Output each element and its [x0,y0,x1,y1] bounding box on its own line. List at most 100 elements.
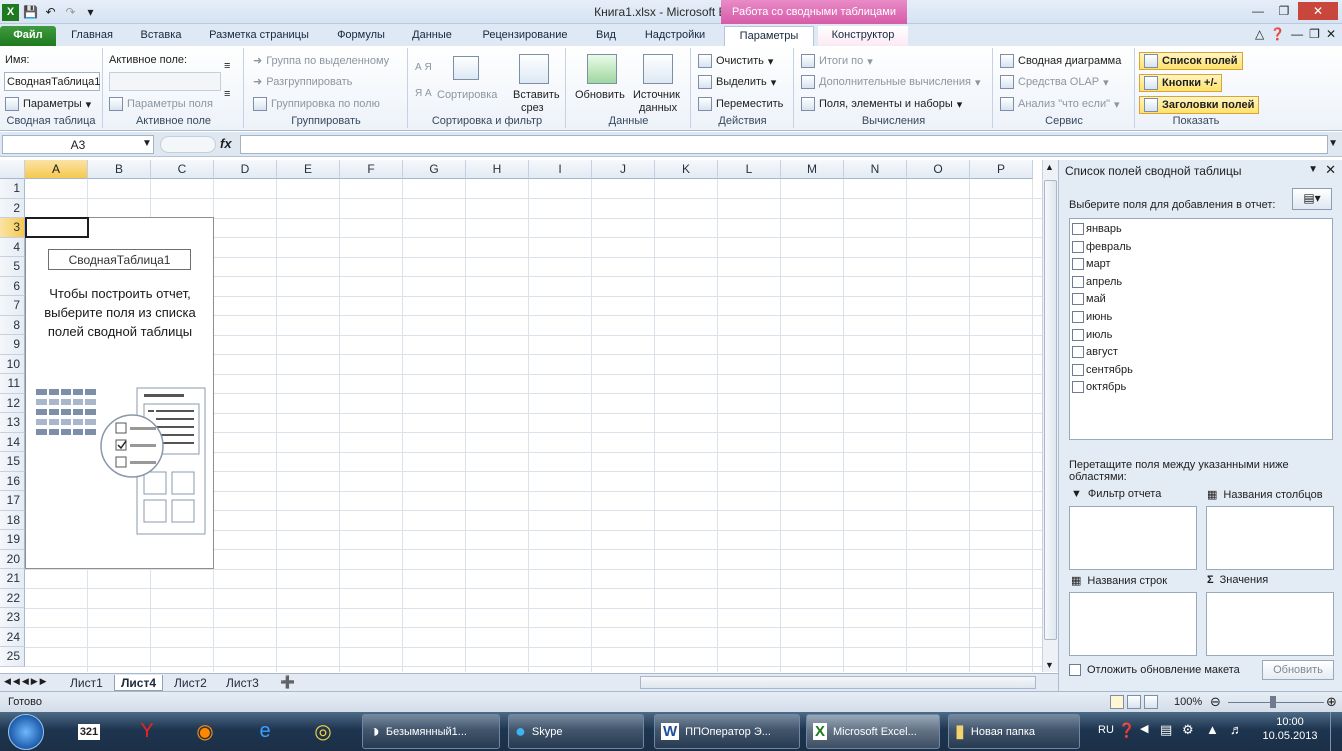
tab-formulas[interactable]: Формулы [326,26,396,46]
doc-restore-icon[interactable]: ❐ [1309,27,1320,41]
row-header-7[interactable]: 7 [0,296,25,316]
select-all-corner[interactable] [0,160,25,179]
row-header-10[interactable]: 10 [0,354,25,374]
field-item[interactable]: февраль [1072,240,1131,253]
page-break-view-icon[interactable] [1144,695,1158,709]
field-item[interactable]: сентябрь [1072,363,1133,376]
insert-slicer-label2[interactable]: срез [521,102,544,114]
column-header-o[interactable]: O [907,160,970,179]
pivot-placeholder[interactable]: СводнаяТаблица1 Чтобы построить отчет, в… [25,217,214,569]
name-box[interactable]: A3 [2,135,154,154]
field-item[interactable]: март [1072,258,1111,271]
sheet-tab-2[interactable]: Лист2 [168,675,213,691]
whatif-button[interactable]: Анализ "что если" ▾ [1000,97,1120,111]
tab-addins[interactable]: Надстройки [632,26,718,46]
zone-rows-box[interactable] [1069,592,1197,656]
doc-minimize-icon[interactable]: — [1291,27,1303,41]
column-header-i[interactable]: I [529,160,592,179]
tray-clock[interactable]: 10:00 10.05.2013 [1260,716,1320,742]
zone-values-box[interactable] [1206,592,1334,656]
column-header-n[interactable]: N [844,160,907,179]
firefox-icon[interactable]: ◉ [186,715,224,748]
row-header-11[interactable]: 11 [0,374,25,394]
taskbar-word[interactable]: W ППОператор Э... [654,714,800,749]
ungroup-button[interactable]: ➜ Разгруппировать [253,75,352,89]
source-icon-wrap[interactable] [643,54,673,84]
tray-help-icon[interactable]: ❓ [1118,722,1135,739]
tab-data[interactable]: Данные [402,26,462,46]
column-header-p[interactable]: P [970,160,1033,179]
olap-button[interactable]: Средства OLAP ▾ [1000,75,1109,89]
row-header-19[interactable]: 19 [0,530,25,550]
sheet-tab-3[interactable]: Лист3 [220,675,265,691]
language-indicator[interactable]: RU [1098,724,1114,736]
active-field-input[interactable] [109,72,221,91]
help-icon[interactable]: ❓ [1270,27,1285,41]
close-icon[interactable]: ✕ [1298,2,1338,20]
field-checkbox[interactable] [1072,311,1084,323]
totals-button[interactable]: Итоги по ▾ [801,54,873,68]
field-checkbox[interactable] [1072,363,1084,376]
tab-options[interactable]: Параметры [724,26,814,46]
row-header-6[interactable]: 6 [0,276,25,296]
row-header-21[interactable]: 21 [0,569,25,589]
start-button-icon[interactable] [8,714,44,750]
change-source-label2[interactable]: данных [639,102,677,114]
doc-close-icon[interactable]: ✕ [1326,27,1336,41]
show-desktop-button[interactable] [1330,712,1342,751]
calendar-app-icon[interactable]: 321 [70,715,108,748]
sheet-tab-4[interactable]: Лист4 [114,675,164,691]
field-checkbox[interactable] [1072,223,1084,235]
row-header-23[interactable]: 23 [0,608,25,628]
field-list-toggle[interactable]: Список полей [1139,52,1243,70]
taskbar-skype[interactable]: ● Skype [508,714,644,749]
name-box-dropdown-icon[interactable]: ▼ [142,138,152,149]
field-checkbox[interactable] [1072,346,1084,359]
minimize-icon[interactable]: — [1246,2,1270,20]
buttons-toggle[interactable]: Кнопки +/- [1139,74,1223,92]
refresh-icon-wrap[interactable] [587,54,617,84]
update-button[interactable]: Обновить [1262,660,1334,680]
tray-volume-icon[interactable]: ♬ [1230,722,1243,737]
sheet-tab-1[interactable]: Лист1 [64,675,109,691]
tray-expand-icon[interactable]: ◀ [1140,722,1148,735]
refresh-button[interactable]: Обновить [575,89,625,101]
pane-menu-icon[interactable]: ▼ [1308,164,1318,175]
zoom-slider-thumb[interactable] [1270,696,1276,708]
field-checkbox[interactable] [1072,240,1084,253]
row-header-3[interactable]: 3 [0,218,25,238]
sort-button[interactable]: Сортировка [437,89,497,101]
row-header-5[interactable]: 5 [0,257,25,277]
row-header-24[interactable]: 24 [0,627,25,647]
zoom-in-icon[interactable]: ⊕ [1326,694,1337,710]
normal-view-icon[interactable] [1110,695,1124,709]
expand-field-icon[interactable]: ≡ [224,60,230,72]
row-header-16[interactable]: 16 [0,471,25,491]
field-item[interactable]: январь [1072,223,1122,235]
tab-insert[interactable]: Вставка [130,26,192,46]
field-checkbox[interactable] [1072,293,1084,306]
column-header-j[interactable]: J [592,160,655,179]
scroll-up-icon[interactable]: ▲ [1045,162,1054,172]
row-header-14[interactable]: 14 [0,432,25,452]
field-checkbox[interactable] [1072,328,1084,341]
tab-view[interactable]: Вид [588,26,624,46]
clear-button[interactable]: Очистить ▾ [698,54,773,68]
field-item[interactable]: май [1072,293,1106,306]
row-header-8[interactable]: 8 [0,315,25,335]
column-header-b[interactable]: B [88,160,151,179]
column-header-l[interactable]: L [718,160,781,179]
column-header-h[interactable]: H [466,160,529,179]
sort-za-button[interactable]: Я А [415,88,432,99]
taskbar-paint[interactable]: ◑ Безымянный1... [362,714,500,749]
tab-review[interactable]: Рецензирование [470,26,580,46]
expand-formula-icon[interactable]: ▼ [1328,138,1338,149]
chrome-icon[interactable]: ◎ [304,715,342,748]
field-item[interactable]: апрель [1072,275,1122,288]
slicer-icon[interactable] [519,54,549,84]
collapse-field-icon[interactable]: ≡ [224,88,230,100]
field-item[interactable]: август [1072,346,1118,359]
scroll-thumb[interactable] [1044,180,1057,640]
field-item[interactable]: октябрь [1072,381,1126,394]
row-header-1[interactable]: 1 [0,179,25,199]
